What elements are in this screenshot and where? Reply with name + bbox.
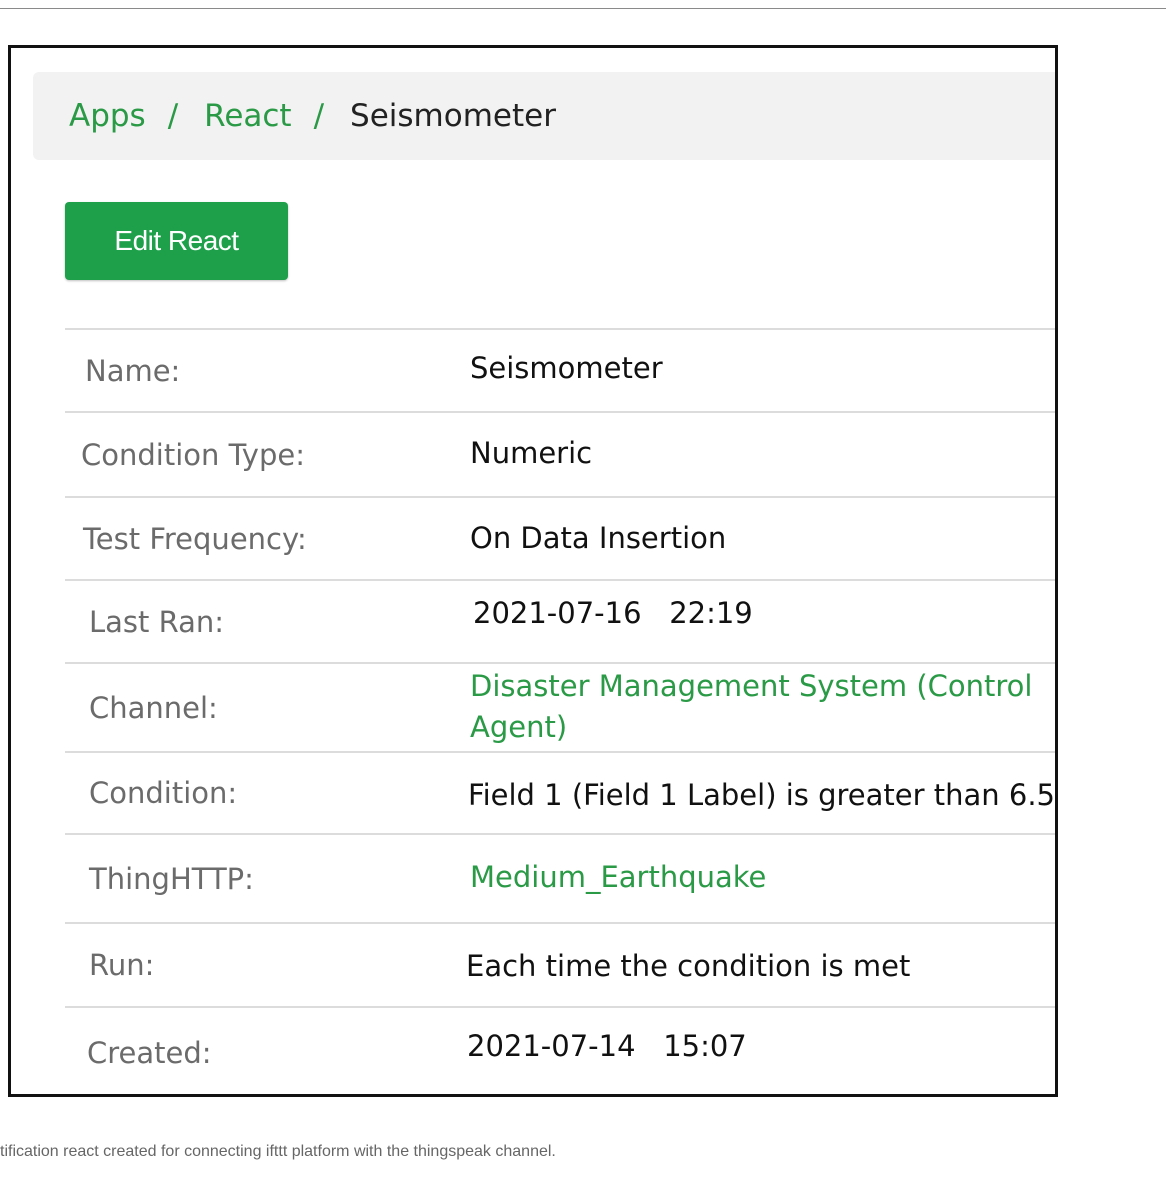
- edit-react-button[interactable]: Edit React: [65, 202, 288, 280]
- detail-label: ThingHTTP:: [89, 861, 254, 896]
- details-table: Name: Seismometer Condition Type: Numeri…: [65, 328, 1056, 1090]
- detail-label: Run:: [89, 948, 155, 982]
- detail-label: Last Ran:: [89, 604, 225, 639]
- detail-label: Condition Type:: [81, 437, 305, 472]
- details-row-created: Created: 2021-07-14 15:07: [65, 1006, 1055, 1090]
- detail-value: Seismometer: [470, 351, 663, 385]
- detail-value: Each time the condition is met: [466, 949, 911, 983]
- detail-value: On Data Insertion: [470, 521, 727, 555]
- detail-value: Field 1 (Field 1 Label) is greater than …: [468, 778, 1056, 812]
- breadcrumb-separator: /: [167, 98, 179, 134]
- breadcrumb-link-react[interactable]: React: [204, 98, 291, 134]
- breadcrumb-current: Seismometer: [350, 98, 556, 134]
- breadcrumb-separator: /: [313, 98, 325, 134]
- channel-link[interactable]: Disaster Management System (Control Agen…: [470, 666, 1051, 748]
- details-row-condition: Condition: Field 1 (Field 1 Label) is gr…: [65, 751, 1056, 833]
- figure-caption: tification react created for connecting …: [0, 1143, 556, 1160]
- detail-label: Name:: [85, 353, 181, 388]
- details-row-last-ran: Last Ran: 2021-07-16 22:19: [65, 579, 1055, 662]
- details-row-test-frequency: Test Frequency: On Data Insertion: [65, 496, 1055, 579]
- detail-label: Channel:: [89, 690, 218, 725]
- details-row-condition-type: Condition Type: Numeric: [65, 411, 1055, 496]
- detail-value: 2021-07-16 22:19: [473, 596, 753, 630]
- top-divider: [0, 8, 1166, 9]
- detail-value: 2021-07-14 15:07: [467, 1029, 747, 1063]
- details-row-channel: Channel: Disaster Management System (Con…: [65, 662, 1055, 751]
- details-row-run: Run: Each time the condition is met: [65, 922, 1055, 1006]
- breadcrumb-link-apps[interactable]: Apps: [69, 98, 146, 134]
- details-row-name: Name: Seismometer: [65, 328, 1055, 411]
- breadcrumb: Apps / React / Seismometer: [33, 72, 1055, 160]
- details-row-thinghttp: ThingHTTP: Medium_Earthquake: [65, 833, 1055, 922]
- detail-label: Created:: [87, 1036, 212, 1070]
- detail-label: Test Frequency:: [83, 521, 307, 556]
- thinghttp-link[interactable]: Medium_Earthquake: [470, 857, 1055, 898]
- detail-value: Numeric: [470, 436, 593, 470]
- detail-label: Condition:: [89, 776, 238, 810]
- react-details-panel: Apps / React / Seismometer Edit React Na…: [8, 45, 1058, 1097]
